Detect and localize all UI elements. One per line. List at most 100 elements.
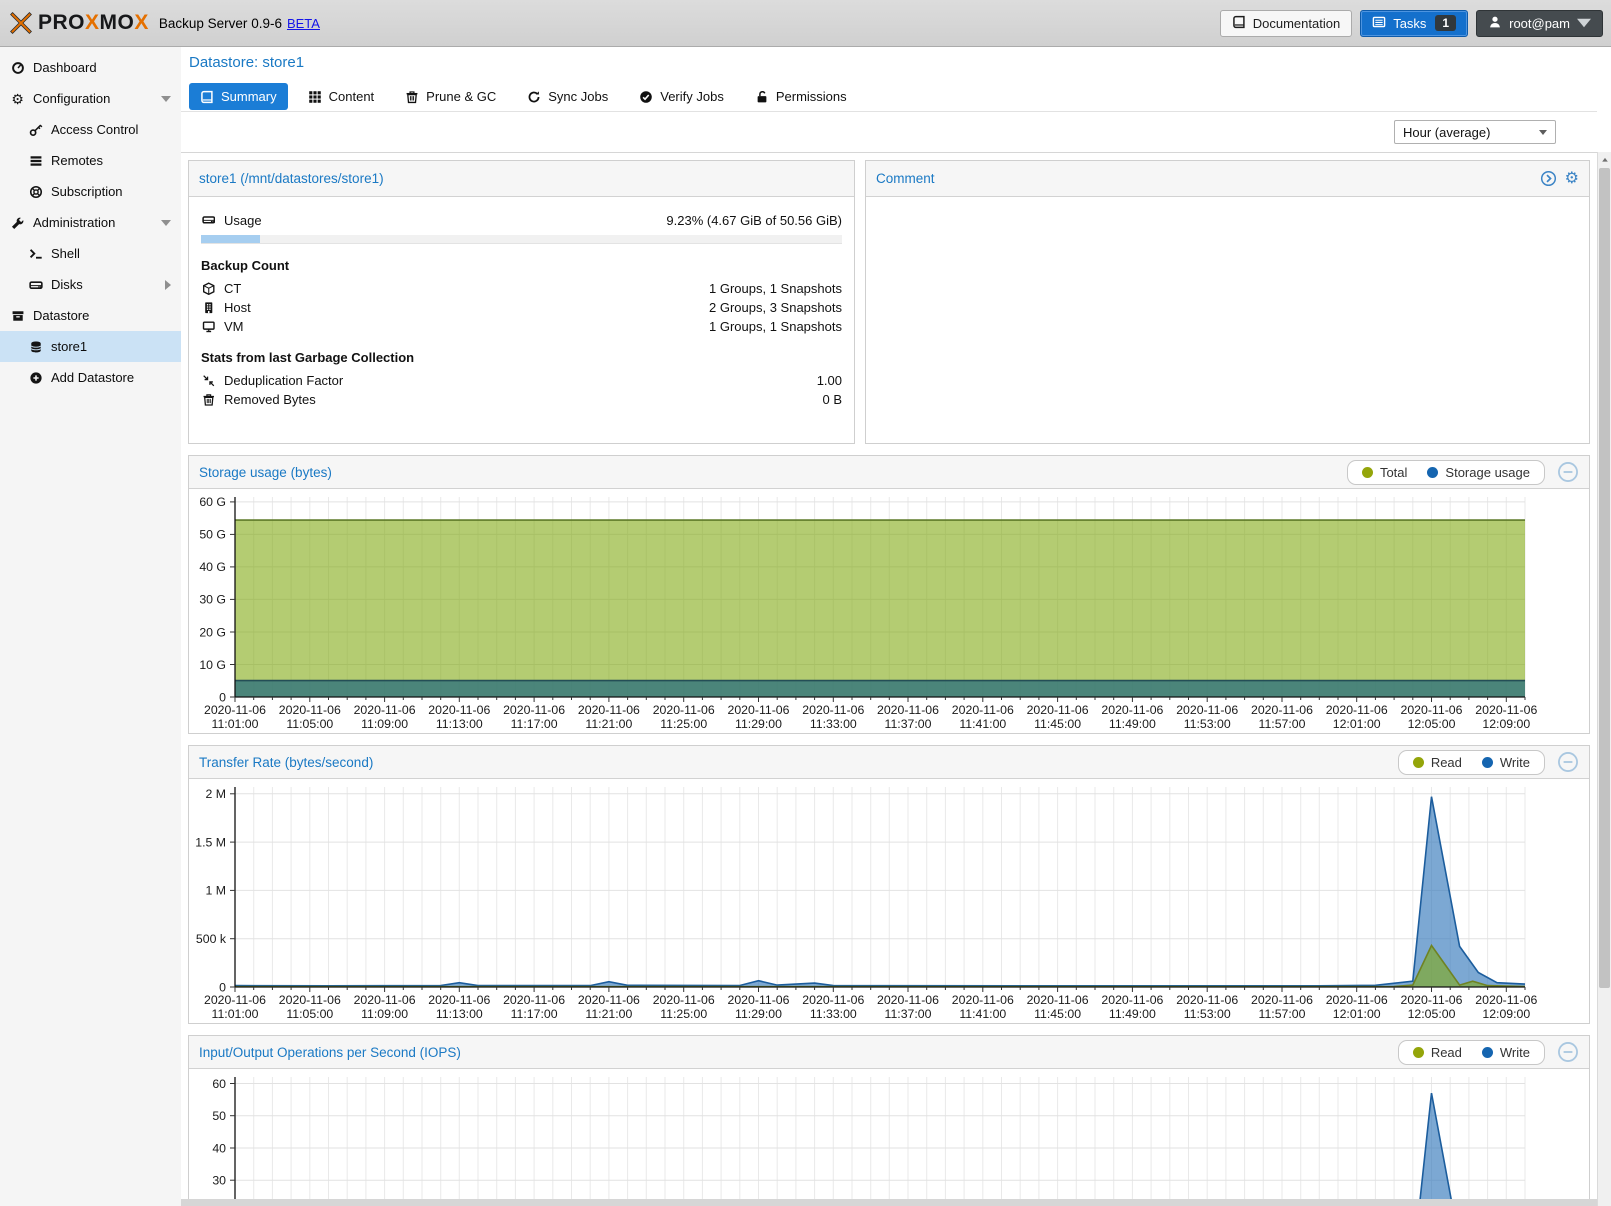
- svg-text:11:53:00: 11:53:00: [1184, 717, 1231, 731]
- svg-text:11:37:00: 11:37:00: [885, 1007, 932, 1021]
- cube-icon: [201, 281, 216, 296]
- svg-text:11:13:00: 11:13:00: [436, 1007, 483, 1021]
- legend-label: Read: [1431, 755, 1462, 770]
- gear-icon[interactable]: ⚙: [1565, 171, 1579, 187]
- tab-permissions[interactable]: Permissions: [744, 83, 858, 110]
- svg-text:2020-11-06: 2020-11-06: [1101, 993, 1163, 1007]
- svg-text:11:33:00: 11:33:00: [810, 1007, 857, 1021]
- chart-svg: 60 G50 G40 G30 G20 G10 G02020-11-0611:01…: [189, 489, 1537, 733]
- tab-prune-gc[interactable]: Prune & GC: [394, 83, 507, 110]
- unlock-icon: [755, 90, 769, 104]
- svg-text:11:09:00: 11:09:00: [361, 1007, 408, 1021]
- collapse-panel-icon[interactable]: [1557, 751, 1579, 773]
- legend-item-read[interactable]: Read: [1413, 755, 1462, 770]
- usage-row: Usage 9.23% (4.67 GiB of 50.56 GiB): [201, 209, 842, 231]
- svg-text:50 G: 50 G: [199, 528, 226, 542]
- svg-text:11:49:00: 11:49:00: [1109, 717, 1156, 731]
- legend-item-write[interactable]: Write: [1482, 1045, 1530, 1060]
- sidebar-item-subscription[interactable]: Subscription: [0, 176, 181, 207]
- legend-dot: [1413, 757, 1424, 768]
- scroll-up-arrow[interactable]: [1598, 152, 1611, 167]
- backup-count-row: VM1 Groups, 1 Snapshots: [201, 317, 842, 336]
- backup-count-row: Host2 Groups, 3 Snapshots: [201, 298, 842, 317]
- svg-text:11:17:00: 11:17:00: [511, 1007, 558, 1021]
- datastore-info-panel: store1 (/mnt/datastores/store1) Usage 9.…: [188, 160, 855, 444]
- tasks-button[interactable]: Tasks 1: [1360, 10, 1468, 37]
- sidebar-item-add-datastore[interactable]: Add Datastore: [0, 362, 181, 393]
- collapse-panel-icon[interactable]: [1557, 1041, 1579, 1063]
- tab-content[interactable]: Content: [297, 83, 386, 110]
- row-label: Removed Bytes: [224, 392, 316, 407]
- tab-verify-jobs[interactable]: Verify Jobs: [628, 83, 735, 110]
- legend-item-total[interactable]: Total: [1362, 465, 1407, 480]
- sidebar-item-access-control[interactable]: Access Control: [0, 114, 181, 145]
- terminal-icon: [28, 246, 43, 261]
- svg-text:2020-11-06: 2020-11-06: [1027, 703, 1089, 717]
- svg-text:30 G: 30 G: [199, 593, 226, 607]
- legend-item-write[interactable]: Write: [1482, 755, 1530, 770]
- tab-sync-jobs[interactable]: Sync Jobs: [516, 83, 619, 110]
- wrench-icon: [10, 215, 25, 230]
- legend-item-storage-usage[interactable]: Storage usage: [1427, 465, 1530, 480]
- svg-text:2020-11-06: 2020-11-06: [354, 703, 416, 717]
- legend-item-read[interactable]: Read: [1413, 1045, 1462, 1060]
- time-range-select[interactable]: Hour (average): [1394, 120, 1556, 144]
- row-value: 0 B: [822, 392, 842, 407]
- svg-text:40 G: 40 G: [199, 560, 226, 574]
- expander-collapse-icon[interactable]: [161, 220, 171, 226]
- expander-collapse-icon[interactable]: [161, 96, 171, 102]
- svg-text:2020-11-06: 2020-11-06: [1251, 993, 1313, 1007]
- version-label: 0.9-6: [251, 16, 282, 31]
- chevron-down-icon: [1577, 16, 1591, 30]
- sidebar-item-shell[interactable]: Shell: [0, 238, 181, 269]
- usage-progress-bar: [201, 235, 842, 244]
- product-name: Backup Server 0.9-6: [159, 16, 282, 31]
- archive-icon: [10, 308, 25, 323]
- tab-label: Sync Jobs: [548, 89, 608, 104]
- svg-text:2020-11-06: 2020-11-06: [503, 703, 565, 717]
- svg-text:2020-11-06: 2020-11-06: [802, 703, 864, 717]
- legend-dot: [1482, 757, 1493, 768]
- collapse-panel-icon[interactable]: [1557, 461, 1579, 483]
- vertical-scrollbar[interactable]: [1597, 152, 1611, 1206]
- svg-text:40: 40: [212, 1141, 226, 1155]
- chart-legend: Read Write: [1398, 1040, 1545, 1065]
- sidebar-item-administration[interactable]: Administration: [0, 207, 181, 238]
- chart-title: Input/Output Operations per Second (IOPS…: [199, 1045, 461, 1060]
- gc-stat-row: Removed Bytes 0 B: [201, 390, 842, 409]
- sidebar-item-store1[interactable]: store1: [0, 331, 181, 362]
- documentation-button[interactable]: Documentation: [1220, 10, 1352, 37]
- book-icon: [200, 90, 214, 104]
- svg-text:11:29:00: 11:29:00: [735, 1007, 782, 1021]
- chart-legend: Total Storage usage: [1347, 460, 1545, 485]
- sync-icon: [527, 90, 541, 104]
- trash-icon: [405, 90, 419, 104]
- svg-text:2020-11-06: 2020-11-06: [578, 993, 640, 1007]
- window-bottom-edge: [181, 1199, 1597, 1206]
- page-title: Datastore: store1: [189, 54, 304, 71]
- scrollbar-thumb[interactable]: [1599, 168, 1610, 988]
- sidebar-item-configuration[interactable]: ⚙Configuration: [0, 83, 181, 114]
- svg-text:11:37:00: 11:37:00: [885, 717, 932, 731]
- expander-expand-icon[interactable]: [165, 280, 171, 290]
- proxmox-x-icon: [8, 10, 34, 36]
- svg-text:2020-11-06: 2020-11-06: [354, 993, 416, 1007]
- sidebar-item-disks[interactable]: Disks: [0, 269, 181, 300]
- user-menu-button[interactable]: root@pam: [1476, 10, 1603, 37]
- chevron-circle-right-icon[interactable]: [1540, 170, 1557, 187]
- beta-link[interactable]: BETA: [287, 16, 320, 31]
- svg-text:1 M: 1 M: [206, 884, 227, 898]
- sidebar-item-remotes[interactable]: Remotes: [0, 145, 181, 176]
- tab-label: Prune & GC: [426, 89, 496, 104]
- chart-title: Storage usage (bytes): [199, 465, 332, 480]
- svg-text:11:21:00: 11:21:00: [585, 717, 632, 731]
- sidebar-item-dashboard[interactable]: Dashboard: [0, 52, 181, 83]
- row-label: CT: [224, 281, 241, 296]
- svg-text:50: 50: [212, 1109, 226, 1123]
- sidebar-item-datastore[interactable]: Datastore: [0, 300, 181, 331]
- app-header: PROXMOX Backup Server 0.9-6 BETA Documen…: [0, 0, 1611, 47]
- row-value: 1.00: [817, 373, 842, 388]
- row-value: 1 Groups, 1 Snapshots: [709, 319, 842, 334]
- tab-summary[interactable]: Summary: [189, 83, 288, 110]
- tab-label: Summary: [221, 89, 277, 104]
